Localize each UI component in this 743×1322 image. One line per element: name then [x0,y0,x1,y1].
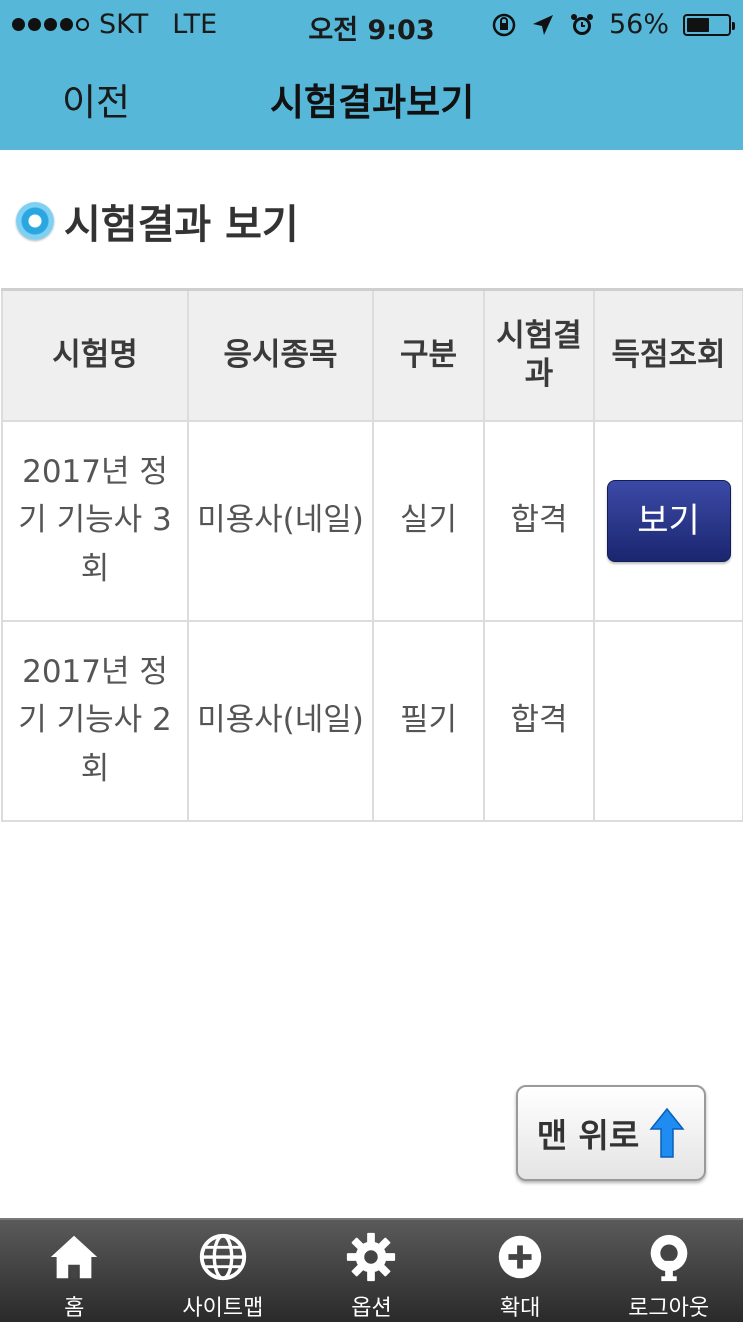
cell-result: 합격 [483,619,595,822]
tab-home[interactable]: 홈 [0,1220,149,1322]
table-row: 2017년 정기 기능사 2회 미용사(네일) 필기 합격 [1,619,743,822]
home-icon [51,1235,98,1279]
back-button[interactable]: 이전 [62,72,130,126]
tab-logout[interactable]: 로그아웃 [594,1220,743,1322]
cell-exam: 2017년 정기 기능사 3회 [1,419,189,622]
cell-score [593,619,743,822]
column-header-exam: 시험명 [1,288,189,422]
rotation-lock-icon [492,13,516,36]
table-header-row: 시험명 응시종목 구분 시험결과 득점조회 [1,288,743,422]
alarm-icon [570,13,593,35]
globe-icon [199,1233,247,1281]
section-heading: 시험결과 보기 [16,192,299,250]
nav-bar: 이전 시험결과보기 [0,60,743,140]
column-header-type: 구분 [372,288,485,422]
tab-label: 확대 [499,1296,541,1321]
gear-icon [347,1232,396,1282]
section-title: 시험결과 보기 [64,202,299,248]
scroll-top-label: 맨 위로 [536,1116,640,1155]
cell-result: 합격 [483,419,595,622]
up-arrow-icon [649,1107,685,1158]
view-score-button[interactable]: 보기 [606,479,731,562]
cell-type: 필기 [372,619,485,822]
tab-label: 옵션 [351,1296,392,1321]
cell-type: 실기 [372,419,485,622]
cell-exam: 2017년 정기 기능사 2회 [1,619,189,822]
location-arrow-icon [532,14,553,35]
bottom-tab-bar: 홈 사이트맵 옵션 확대 로그아웃 [0,1218,743,1322]
battery-icon [683,13,735,36]
battery-percent: 56% [608,9,669,40]
cell-subject: 미용사(네일) [187,419,374,622]
tab-zoom[interactable]: 확대 [446,1220,595,1322]
column-header-result: 시험결과 [483,288,595,422]
cell-score: 보기 [593,419,743,622]
tab-label: 사이트맵 [182,1296,264,1321]
tab-label: 홈 [64,1296,85,1321]
cell-subject: 미용사(네일) [187,619,374,822]
tab-label: 로그아웃 [628,1296,710,1321]
results-table: 시험명 응시종목 구분 시험결과 득점조회 2017년 정기 기능사 3회 미용… [1,288,743,822]
column-header-score: 득점조회 [593,288,743,422]
plus-circle-icon [498,1235,542,1279]
tab-sitemap[interactable]: 사이트맵 [149,1220,298,1322]
status-bar: SKT LTE 오전 9:03 56% [0,0,743,50]
tab-options[interactable]: 옵션 [297,1220,446,1322]
app-header: SKT LTE 오전 9:03 56% 이전 시험결과보기 [0,0,743,150]
scroll-top-button[interactable]: 맨 위로 [516,1085,706,1181]
column-header-subject: 응시종목 [187,288,374,422]
logout-icon [650,1234,687,1282]
table-row: 2017년 정기 기능사 3회 미용사(네일) 실기 합격 보기 [1,419,743,622]
page-title: 시험결과보기 [270,81,475,124]
bullet-icon [16,202,54,240]
